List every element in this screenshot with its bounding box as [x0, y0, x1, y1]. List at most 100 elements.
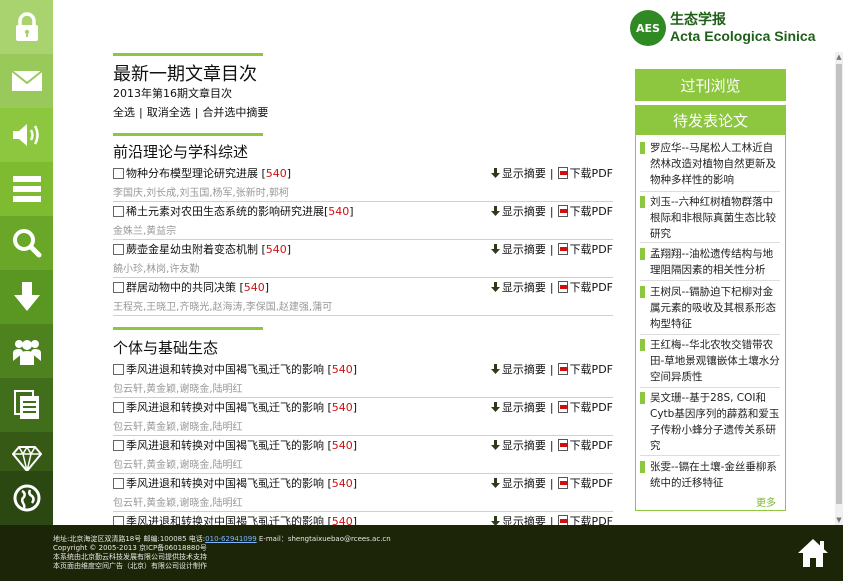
show-abstract-link[interactable]: 显示摘要	[502, 399, 546, 415]
article-checkbox[interactable]	[113, 282, 124, 293]
article-checkbox[interactable]	[113, 364, 124, 375]
article-checkbox[interactable]	[113, 402, 124, 413]
download-pdf-link[interactable]: 下载PDF	[570, 361, 613, 377]
pending-paper-title[interactable]: 刘玉--六种红树植物群落中根际和非根际真菌生态比较研究	[650, 196, 776, 240]
article-authors: 王程亮,王晓卫,齐晓光,赵海涛,李保国,赵建强,蒲可	[113, 302, 333, 313]
sidebar-announce-button[interactable]	[0, 108, 53, 162]
item-divider	[640, 455, 780, 456]
pending-paper-item[interactable]: 张雯--镉在土壤-金丝垂柳系统中的迁移特征	[640, 459, 780, 491]
row-divider	[113, 277, 613, 278]
pending-paper-item[interactable]: 吴文珊--基于28S, COI和Cytb基因序列的薜荔和爱玉子传粉小蜂分子遗传关…	[640, 390, 780, 454]
pending-paper-title[interactable]: 张雯--镉在土壤-金丝垂柳系统中的迁移特征	[650, 461, 777, 489]
article-number[interactable]: 540	[328, 205, 349, 218]
sidebar-globe-button[interactable]	[0, 471, 53, 525]
row-divider	[113, 239, 613, 240]
pending-paper-title[interactable]: 王红梅--华北农牧交错带农田-草地景观镶嵌体土壤水分空间异质性	[650, 339, 780, 383]
article-title[interactable]: 物种分布模型理论研究进展	[126, 167, 258, 180]
show-abstract-link[interactable]: 显示摘要	[502, 475, 546, 491]
show-abstract-link[interactable]: 显示摘要	[502, 279, 546, 295]
article-number[interactable]: 540	[332, 439, 353, 452]
scroll-thumb[interactable]	[836, 64, 842, 504]
footer-email: E-mail：shengtaixuebao@rcees.ac.cn	[256, 535, 391, 543]
more-link[interactable]: 更多	[756, 494, 776, 509]
show-abstract-link[interactable]: 显示摘要	[502, 241, 546, 257]
sidebar-lock-button[interactable]	[0, 0, 53, 54]
pending-paper-item[interactable]: 王红梅--华北农牧交错带农田-草地景观镶嵌体土壤水分空间异质性	[640, 337, 780, 385]
article-number[interactable]: 540	[332, 477, 353, 490]
download-pdf-link[interactable]: 下载PDF	[570, 279, 613, 295]
article-checkbox[interactable]	[113, 516, 124, 525]
sidebar	[0, 0, 53, 581]
pending-papers-heading[interactable]: 待发表论文	[635, 105, 786, 135]
pending-paper-title[interactable]: 罗应华--马尾松人工林近自然林改造对植物自然更新及物种多样性的影响	[650, 142, 776, 186]
article-title[interactable]: 季风进退和转换对中国褐飞虱迁飞的影响	[126, 477, 324, 490]
home-icon[interactable]	[796, 537, 830, 569]
download-pdf-link[interactable]: 下载PDF	[570, 203, 613, 219]
show-abstract-link[interactable]: 显示摘要	[502, 165, 546, 181]
article-checkbox[interactable]	[113, 168, 124, 179]
download-pdf-link[interactable]: 下载PDF	[570, 437, 613, 453]
show-abstract-link[interactable]: 显示摘要	[502, 513, 546, 525]
article-number[interactable]: 540	[266, 243, 287, 256]
article-title[interactable]: 季风进退和转换对中国褐飞虱迁飞的影响	[126, 439, 324, 452]
article-title[interactable]: 季风进退和转换对中国褐飞虱迁飞的影响	[126, 515, 324, 525]
pending-paper-item[interactable]: 刘玉--六种红树植物群落中根际和非根际真菌生态比较研究	[640, 194, 780, 242]
download-pdf-link[interactable]: 下载PDF	[570, 165, 613, 181]
item-marker	[640, 286, 645, 298]
download-pdf-link[interactable]: 下载PDF	[570, 399, 613, 415]
deselect-all-link[interactable]: 取消全选	[147, 106, 191, 119]
article-number[interactable]: 540	[266, 167, 287, 180]
show-abstract-link[interactable]: 显示摘要	[502, 361, 546, 377]
journal-logo[interactable]: AES 生态学报 Acta Ecologica Sinica	[630, 8, 835, 48]
pending-paper-title[interactable]: 吴文珊--基于28S, COI和Cytb基因序列的薜荔和爱玉子传粉小蜂分子遗传关…	[650, 392, 779, 452]
pending-paper-item[interactable]: 王树凤--镉胁迫下杞柳对金属元素的吸收及其根系形态构型特征	[640, 284, 780, 332]
article-title[interactable]: 蕨壶金星幼虫附着变态机制	[126, 243, 258, 256]
pdf-icon	[557, 439, 568, 451]
download-pdf-link[interactable]: 下载PDF	[570, 513, 613, 525]
show-abstract-link[interactable]: 显示摘要	[502, 203, 546, 219]
select-all-link[interactable]: 全选	[113, 106, 135, 119]
article-row: 季风进退和转换对中国褐飞虱迁飞的影响 [540] 包云轩,黄金颖,谢晓金,陆明红…	[113, 361, 613, 399]
sidebar-people-button[interactable]	[0, 324, 53, 378]
down-arrow-icon	[490, 440, 500, 450]
sidebar-download-button[interactable]	[0, 270, 53, 324]
item-divider	[640, 387, 780, 388]
article-number[interactable]: 540	[244, 281, 265, 294]
merge-abstracts-link[interactable]: 合并选中摘要	[202, 106, 268, 119]
article-row: 物种分布模型理论研究进展 [540] 李国庆,刘长成,刘玉国,杨军,张新时,郭柯…	[113, 165, 613, 203]
article-checkbox[interactable]	[113, 440, 124, 451]
download-pdf-link[interactable]: 下载PDF	[570, 241, 613, 257]
pending-papers-list: 罗应华--马尾松人工林近自然林改造对植物自然更新及物种多样性的影响 刘玉--六种…	[635, 135, 786, 511]
footer-phone-link[interactable]: 010-62941099	[205, 535, 257, 543]
download-pdf-link[interactable]: 下载PDF	[570, 475, 613, 491]
scroll-up-arrow-icon[interactable]: ▲	[835, 52, 843, 62]
pending-paper-item[interactable]: 罗应华--马尾松人工林近自然林改造对植物自然更新及物种多样性的影响	[640, 140, 780, 188]
sidebar-menu-button[interactable]	[0, 162, 53, 216]
article-checkbox[interactable]	[113, 206, 124, 217]
sidebar-document-button[interactable]	[0, 378, 53, 432]
pending-paper-title[interactable]: 王树凤--镉胁迫下杞柳对金属元素的吸收及其根系形态构型特征	[650, 286, 776, 330]
vertical-scrollbar[interactable]: ▲ ▼	[835, 52, 843, 525]
article-number[interactable]: 540	[332, 363, 353, 376]
sidebar-search-button[interactable]	[0, 216, 53, 270]
pending-paper-item[interactable]: 孟翔翔--油松遗传结构与地理阻隔因素的相关性分析	[640, 246, 780, 278]
article-title[interactable]: 群居动物中的共同决策	[126, 281, 236, 294]
article-checkbox[interactable]	[113, 244, 124, 255]
article-title[interactable]: 稀土元素对农田生态系统的影响研究进展	[126, 205, 324, 218]
footer-design-credit: 本页面由维度空间广告（北京）有限公司设计制作	[53, 562, 207, 570]
article-number[interactable]: 540	[332, 515, 353, 525]
article-row: 季风进退和转换对中国褐飞虱迁飞的影响 [540] 包云轩,黄金颖,谢晓金,陆明红…	[113, 475, 613, 513]
sidebar-mail-button[interactable]	[0, 54, 53, 108]
article-title[interactable]: 季风进退和转换对中国褐飞虱迁飞的影响	[126, 363, 324, 376]
article-checkbox[interactable]	[113, 478, 124, 489]
article-number[interactable]: 540	[332, 401, 353, 414]
article-title[interactable]: 季风进退和转换对中国褐飞虱迁飞的影响	[126, 401, 324, 414]
down-arrow-icon	[490, 244, 500, 254]
pending-paper-title[interactable]: 孟翔翔--油松遗传结构与地理阻隔因素的相关性分析	[650, 248, 773, 276]
show-abstract-link[interactable]: 显示摘要	[502, 437, 546, 453]
past-issues-button[interactable]: 过刊浏览	[635, 69, 786, 101]
search-icon	[12, 229, 41, 258]
item-marker	[640, 461, 645, 473]
scroll-down-arrow-icon[interactable]: ▼	[835, 515, 843, 525]
row-divider	[113, 511, 613, 512]
